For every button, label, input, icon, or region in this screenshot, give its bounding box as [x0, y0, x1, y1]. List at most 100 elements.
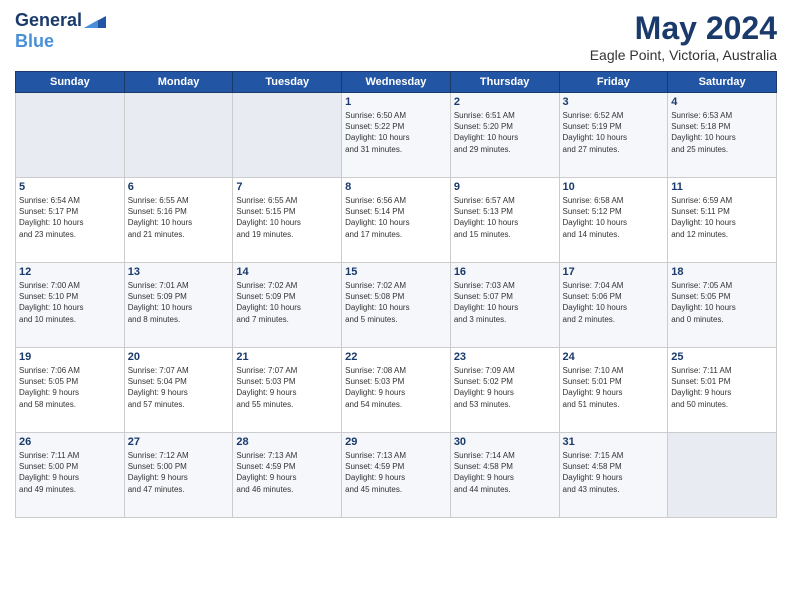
- day-info: Sunrise: 7:06 AM Sunset: 5:05 PM Dayligh…: [19, 365, 121, 410]
- day-number: 23: [454, 351, 556, 363]
- day-number: 16: [454, 266, 556, 278]
- day-info: Sunrise: 7:10 AM Sunset: 5:01 PM Dayligh…: [563, 365, 665, 410]
- calendar-cell: 16 Sunrise: 7:03 AM Sunset: 5:07 PM Dayli…: [450, 263, 559, 348]
- logo-blue-text: Blue: [15, 31, 54, 51]
- day-info: Sunrise: 7:07 AM Sunset: 5:04 PM Dayligh…: [128, 365, 230, 410]
- day-info: Sunrise: 7:05 AM Sunset: 5:05 PM Dayligh…: [671, 280, 773, 325]
- calendar-cell: [233, 93, 342, 178]
- calendar-cell: 25 Sunrise: 7:11 AM Sunset: 5:01 PM Dayli…: [668, 348, 777, 433]
- day-info: Sunrise: 7:02 AM Sunset: 5:09 PM Dayligh…: [236, 280, 338, 325]
- day-number: 25: [671, 351, 773, 363]
- day-number: 17: [563, 266, 665, 278]
- day-number: 19: [19, 351, 121, 363]
- page: General Blue May 2024 Eagle Point, Victo…: [0, 0, 792, 612]
- day-number: 30: [454, 436, 556, 448]
- day-info: Sunrise: 7:14 AM Sunset: 4:58 PM Dayligh…: [454, 450, 556, 495]
- calendar-header-sunday: Sunday: [16, 72, 125, 93]
- calendar-cell: 6Sunrise: 6:55 AM Sunset: 5:16 PM Daylig…: [124, 178, 233, 263]
- calendar-cell: [668, 433, 777, 518]
- calendar-cell: 28 Sunrise: 7:13 AM Sunset: 4:59 PM Dayli…: [233, 433, 342, 518]
- logo-general-text: General: [15, 10, 82, 31]
- day-info: Sunrise: 6:53 AM Sunset: 5:18 PM Dayligh…: [671, 110, 773, 155]
- day-number: 28: [236, 436, 338, 448]
- calendar-cell: 11Sunrise: 6:59 AM Sunset: 5:11 PM Dayli…: [668, 178, 777, 263]
- calendar-header-saturday: Saturday: [668, 72, 777, 93]
- subtitle: Eagle Point, Victoria, Australia: [590, 47, 777, 63]
- day-info: Sunrise: 7:02 AM Sunset: 5:08 PM Dayligh…: [345, 280, 447, 325]
- day-number: 29: [345, 436, 447, 448]
- day-info: Sunrise: 6:59 AM Sunset: 5:11 PM Dayligh…: [671, 195, 773, 240]
- day-info: Sunrise: 7:13 AM Sunset: 4:59 PM Dayligh…: [345, 450, 447, 495]
- calendar-cell: 10 Sunrise: 6:58 AM Sunset: 5:12 PM Dayli…: [559, 178, 668, 263]
- day-number: 18: [671, 266, 773, 278]
- day-number: 5: [19, 181, 121, 193]
- day-number: 22: [345, 351, 447, 363]
- calendar-week-row: 5 Sunrise: 6:54 AM Sunset: 5:17 PM Daylig…: [16, 178, 777, 263]
- day-info: Sunrise: 7:04 AM Sunset: 5:06 PM Dayligh…: [563, 280, 665, 325]
- day-number: 3: [563, 96, 665, 108]
- title-area: May 2024 Eagle Point, Victoria, Australi…: [590, 10, 777, 63]
- calendar-cell: 13 Sunrise: 7:01 AM Sunset: 5:09 PM Dayli…: [124, 263, 233, 348]
- header: General Blue May 2024 Eagle Point, Victo…: [15, 10, 777, 63]
- calendar-cell: 27 Sunrise: 7:12 AM Sunset: 5:00 PM Dayli…: [124, 433, 233, 518]
- day-number: 2: [454, 96, 556, 108]
- day-info: Sunrise: 6:50 AM Sunset: 5:22 PM Dayligh…: [345, 110, 447, 155]
- day-info: Sunrise: 6:55 AM Sunset: 5:15 PM Dayligh…: [236, 195, 338, 240]
- calendar-header-thursday: Thursday: [450, 72, 559, 93]
- day-info: Sunrise: 7:07 AM Sunset: 5:03 PM Dayligh…: [236, 365, 338, 410]
- day-number: 10: [563, 181, 665, 193]
- calendar-week-row: 26 Sunrise: 7:11 AM Sunset: 5:00 PM Dayli…: [16, 433, 777, 518]
- calendar-cell: 22 Sunrise: 7:08 AM Sunset: 5:03 PM Dayli…: [342, 348, 451, 433]
- day-info: Sunrise: 7:01 AM Sunset: 5:09 PM Dayligh…: [128, 280, 230, 325]
- main-title: May 2024: [590, 10, 777, 47]
- day-info: Sunrise: 6:57 AM Sunset: 5:13 PM Dayligh…: [454, 195, 556, 240]
- calendar-header-friday: Friday: [559, 72, 668, 93]
- logo: General Blue: [15, 10, 106, 52]
- day-info: Sunrise: 7:13 AM Sunset: 4:59 PM Dayligh…: [236, 450, 338, 495]
- day-info: Sunrise: 7:00 AM Sunset: 5:10 PM Dayligh…: [19, 280, 121, 325]
- calendar-cell: [124, 93, 233, 178]
- day-number: 26: [19, 436, 121, 448]
- calendar-cell: 15 Sunrise: 7:02 AM Sunset: 5:08 PM Dayli…: [342, 263, 451, 348]
- calendar-header-tuesday: Tuesday: [233, 72, 342, 93]
- day-number: 7: [236, 181, 338, 193]
- calendar-header-row: SundayMondayTuesdayWednesdayThursdayFrid…: [16, 72, 777, 93]
- calendar-header-monday: Monday: [124, 72, 233, 93]
- logo-icon: [84, 12, 106, 28]
- calendar-cell: 14 Sunrise: 7:02 AM Sunset: 5:09 PM Dayli…: [233, 263, 342, 348]
- calendar-week-row: 12 Sunrise: 7:00 AM Sunset: 5:10 PM Dayli…: [16, 263, 777, 348]
- day-info: Sunrise: 6:54 AM Sunset: 5:17 PM Dayligh…: [19, 195, 121, 240]
- calendar-cell: 4Sunrise: 6:53 AM Sunset: 5:18 PM Daylig…: [668, 93, 777, 178]
- day-info: Sunrise: 6:51 AM Sunset: 5:20 PM Dayligh…: [454, 110, 556, 155]
- day-info: Sunrise: 7:11 AM Sunset: 5:00 PM Dayligh…: [19, 450, 121, 495]
- calendar-cell: 12 Sunrise: 7:00 AM Sunset: 5:10 PM Dayli…: [16, 263, 125, 348]
- calendar-cell: 2 Sunrise: 6:51 AM Sunset: 5:20 PM Daylig…: [450, 93, 559, 178]
- calendar-header-wednesday: Wednesday: [342, 72, 451, 93]
- day-info: Sunrise: 6:56 AM Sunset: 5:14 PM Dayligh…: [345, 195, 447, 240]
- day-number: 14: [236, 266, 338, 278]
- day-number: 21: [236, 351, 338, 363]
- calendar-cell: 26 Sunrise: 7:11 AM Sunset: 5:00 PM Dayli…: [16, 433, 125, 518]
- day-info: Sunrise: 7:08 AM Sunset: 5:03 PM Dayligh…: [345, 365, 447, 410]
- calendar-cell: 8 Sunrise: 6:56 AM Sunset: 5:14 PM Daylig…: [342, 178, 451, 263]
- day-number: 27: [128, 436, 230, 448]
- calendar-cell: 30 Sunrise: 7:14 AM Sunset: 4:58 PM Dayli…: [450, 433, 559, 518]
- calendar-cell: 3Sunrise: 6:52 AM Sunset: 5:19 PM Daylig…: [559, 93, 668, 178]
- day-number: 8: [345, 181, 447, 193]
- day-number: 15: [345, 266, 447, 278]
- day-number: 13: [128, 266, 230, 278]
- day-number: 20: [128, 351, 230, 363]
- calendar-table: SundayMondayTuesdayWednesdayThursdayFrid…: [15, 71, 777, 518]
- calendar-cell: 23Sunrise: 7:09 AM Sunset: 5:02 PM Dayli…: [450, 348, 559, 433]
- day-info: Sunrise: 7:03 AM Sunset: 5:07 PM Dayligh…: [454, 280, 556, 325]
- day-info: Sunrise: 7:11 AM Sunset: 5:01 PM Dayligh…: [671, 365, 773, 410]
- calendar-cell: 31Sunrise: 7:15 AM Sunset: 4:58 PM Dayli…: [559, 433, 668, 518]
- day-info: Sunrise: 7:12 AM Sunset: 5:00 PM Dayligh…: [128, 450, 230, 495]
- calendar-cell: 9Sunrise: 6:57 AM Sunset: 5:13 PM Daylig…: [450, 178, 559, 263]
- day-info: Sunrise: 6:58 AM Sunset: 5:12 PM Dayligh…: [563, 195, 665, 240]
- calendar-cell: 24 Sunrise: 7:10 AM Sunset: 5:01 PM Dayli…: [559, 348, 668, 433]
- day-number: 12: [19, 266, 121, 278]
- calendar-cell: 1Sunrise: 6:50 AM Sunset: 5:22 PM Daylig…: [342, 93, 451, 178]
- day-number: 24: [563, 351, 665, 363]
- calendar-cell: 19 Sunrise: 7:06 AM Sunset: 5:05 PM Dayli…: [16, 348, 125, 433]
